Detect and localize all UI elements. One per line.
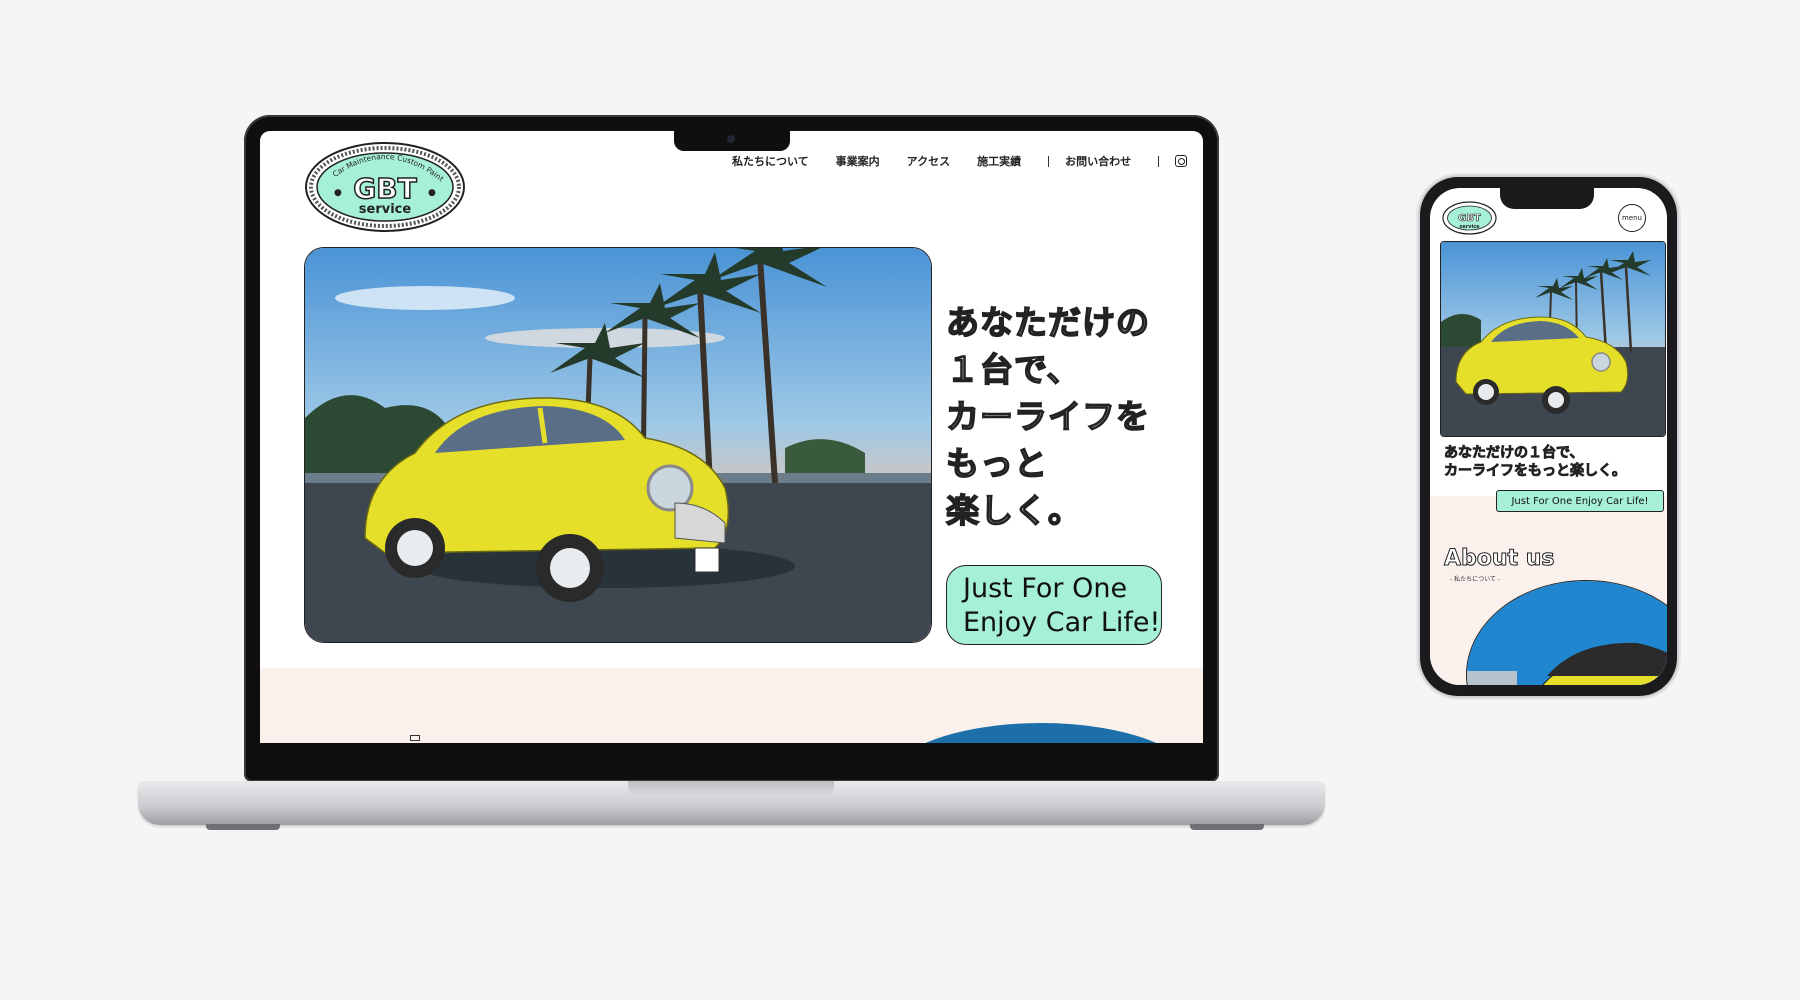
headline-line: あなただけの１台で、 [1444, 445, 1584, 462]
tagline-badge: Just For One Enjoy Car Life! [1496, 490, 1664, 512]
about-subtitle: - 私たちについて - [1450, 576, 1500, 583]
instagram-icon[interactable] [1175, 155, 1188, 167]
laptop-foot [206, 824, 280, 830]
gbt-logo[interactable]: GBT service [1442, 201, 1497, 235]
headline-line: 楽しく。 [945, 490, 1082, 531]
logo-main-text: GBT [1458, 213, 1481, 224]
laptop-hinge [628, 781, 834, 796]
camera-icon [727, 135, 735, 143]
nav-item-access[interactable]: アクセス [907, 153, 950, 169]
logo-main-text: GBT [353, 172, 416, 205]
hero-headline: あなただけの１台で、 カーライフをもっと楽しく。 [1444, 444, 1627, 480]
laptop-screen: Car Maintenance Custom Paint GBT ● ● ser… [260, 131, 1203, 743]
headline-line: １台で、 [945, 349, 1081, 390]
nav-divider [1048, 155, 1050, 167]
headline-line: カーライフを [945, 396, 1150, 437]
svg-text:●: ● [428, 188, 436, 198]
menu-button[interactable]: menu [1618, 204, 1646, 232]
nav-item-contact[interactable]: お問い合わせ [1065, 153, 1131, 169]
hero-image [304, 247, 932, 643]
phone-screen: GBT service menu あなただけの１台で、 カーライフをもっと楽しく… [1430, 188, 1667, 685]
menu-label: menu [1622, 214, 1642, 222]
nav-item-works[interactable]: 施工実績 [977, 153, 1021, 169]
svg-text:●: ● [334, 188, 342, 198]
phone-notch [1500, 187, 1594, 209]
headline-line: もっと [945, 443, 1048, 484]
headline-line: カーライフをもっと楽しく。 [1444, 463, 1627, 480]
nav-item-business[interactable]: 事業案内 [836, 153, 880, 169]
section-marker [410, 735, 420, 741]
nav-divider [1158, 155, 1160, 167]
logo-sub-text: service [1459, 224, 1480, 230]
nav-item-about[interactable]: 私たちについて [732, 153, 809, 169]
headline-line: あなただけの [945, 302, 1150, 343]
about-title: About us [1443, 546, 1555, 572]
tagline-line: Enjoy Car Life! [963, 607, 1161, 638]
gbt-logo[interactable]: Car Maintenance Custom Paint GBT ● ● ser… [304, 141, 466, 233]
hero-headline: あなただけの １台で、 カーライフを もっと 楽しく。 [945, 299, 1166, 534]
tagline-line: Just For One [963, 573, 1128, 604]
logo-sub-text: service [359, 202, 412, 217]
phone-button [1677, 300, 1680, 362]
tagline-badge: Just For One Enjoy Car Life! [946, 565, 1162, 645]
laptop-foot [1190, 824, 1264, 830]
main-nav: 私たちについて 事業案内 アクセス 施工実績 お問い合わせ [732, 153, 1188, 169]
hero-image [1440, 241, 1666, 437]
